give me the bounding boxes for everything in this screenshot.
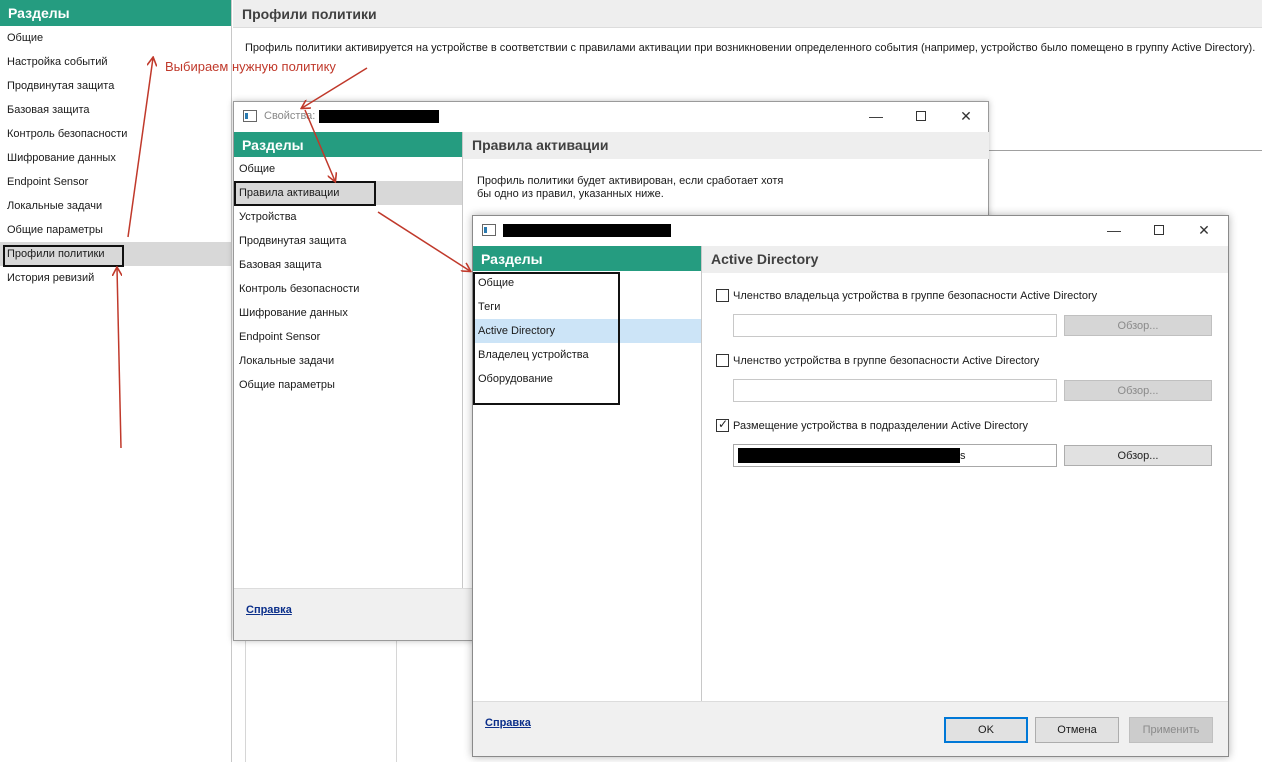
owner-group-browse-button: Обзор... [1064,315,1212,336]
sidebar-item[interactable]: Локальные задачи [0,194,231,218]
page-title: Профили политики [233,0,1262,28]
ou-placement-field[interactable]: s [733,444,1057,467]
redacted-rule-name [503,223,671,237]
section-description: Профиль политики будет активирован, если… [477,175,784,200]
minimize-button[interactable]: — [854,102,898,130]
annotation-text: Выбираем нужную политику [165,59,336,74]
ou-placement-label: Размещение устройства в подразделении Ac… [733,419,1029,432]
annotation-box-rule-sections [473,272,620,405]
dialog-footer: Справка OK Отмена Применить [473,701,1228,756]
minimize-button[interactable]: — [1092,216,1136,244]
cancel-button[interactable]: Отмена [1035,717,1119,743]
dialog-titlebar: — ✕ [473,216,1228,244]
owner-group-label: Членство владельца устройства в группе б… [733,289,1098,302]
help-link[interactable]: Справка [485,717,531,729]
device-group-checkbox[interactable] [716,354,729,367]
ou-placement-browse-button[interactable]: Обзор... [1064,445,1212,466]
sidebar-item[interactable]: Endpoint Sensor [0,170,231,194]
owner-group-field [733,314,1057,337]
apply-button: Применить [1129,717,1213,743]
sidebar-item[interactable]: Endpoint Sensor [234,325,462,349]
sidebar-item[interactable]: Контроль безопасности [0,122,231,146]
dialog-title: Свойства: [264,110,316,122]
sidebar-item[interactable]: Общие [234,157,462,181]
annotation-box-policy-profiles [3,245,124,267]
help-link[interactable]: Справка [246,604,292,616]
sidebar-item[interactable]: Шифрование данных [234,301,462,325]
table-divider [988,150,1262,151]
redacted-ou-path [738,448,960,463]
sidebar-header: Разделы [234,132,462,157]
dialog-content: Active Directory Членство владельца устр… [702,246,1228,701]
sidebar-header: Разделы [0,0,231,26]
window-icon [243,110,257,122]
sidebar-item[interactable]: Базовая защита [234,253,462,277]
sidebar-item[interactable]: Шифрование данных [0,146,231,170]
sidebar-item[interactable]: Общие [0,26,231,50]
ok-button[interactable]: OK [944,717,1028,743]
device-group-label: Членство устройства в группе безопасност… [733,354,1040,367]
device-group-browse-button: Обзор... [1064,380,1212,401]
owner-group-checkbox[interactable] [716,289,729,302]
dialog-titlebar: Свойства: — ✕ [234,102,988,130]
ou-placement-checkbox[interactable] [716,417,729,432]
sidebar-item[interactable]: Общие параметры [234,373,462,397]
sidebar-item[interactable]: Общие параметры [0,218,231,242]
main-sidebar: Разделы Общие Настройка событий Продвинута… [0,0,232,762]
sidebar-header: Разделы [473,246,701,271]
maximize-button[interactable] [1137,216,1181,244]
sidebar-item[interactable]: Базовая защита [0,98,231,122]
rule-ou-placement[interactable]: Размещение устройства в подразделении Ac… [716,417,1029,432]
section-title: Active Directory [702,246,1228,273]
sidebar-item[interactable]: Контроль безопасности [234,277,462,301]
window-icon [482,224,496,236]
section-title: Правила активации [463,132,989,159]
sidebar-item[interactable]: Продвинутая защита [0,74,231,98]
sidebar-item[interactable]: Устройства [234,205,462,229]
ou-placement-value: s [960,449,966,462]
rule-device-group[interactable]: Членство устройства в группе безопасност… [716,354,1039,367]
rule-owner-group[interactable]: Членство владельца устройства в группе б… [716,289,1097,302]
sidebar-item[interactable]: История ревизий [0,266,231,290]
device-group-field [733,379,1057,402]
close-button[interactable]: ✕ [1182,216,1226,244]
sidebar-item[interactable]: Локальные задачи [234,349,462,373]
maximize-button[interactable] [899,102,943,130]
annotation-box-activation-rules [234,181,376,206]
page-description: Профиль политики активируется на устройс… [245,42,1256,54]
close-button[interactable]: ✕ [944,102,988,130]
redacted-policy-name [319,109,440,123]
sidebar-item[interactable]: Продвинутая защита [234,229,462,253]
